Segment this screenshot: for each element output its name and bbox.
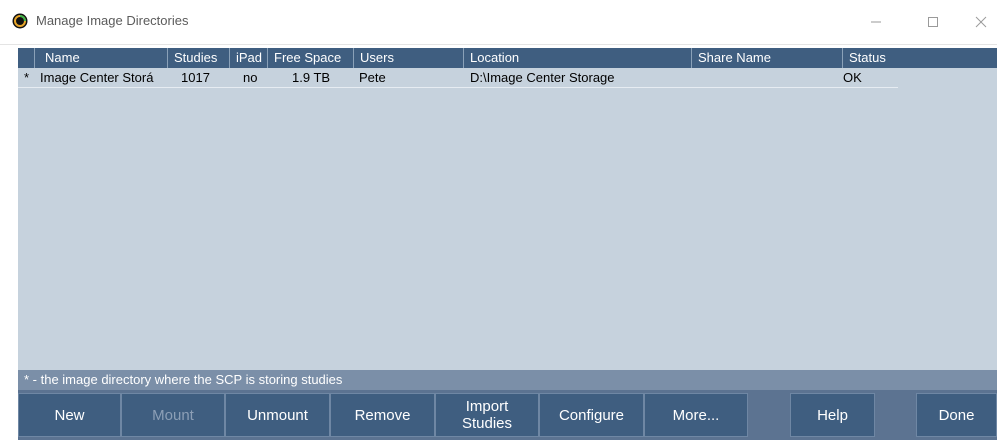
cell-name: Image Center Storá: [40, 70, 154, 85]
window-title: Manage Image Directories: [36, 13, 189, 28]
column-header-name[interactable]: Name: [35, 48, 168, 68]
new-button[interactable]: New: [18, 393, 121, 437]
import-studies-label-line1: Import: [465, 398, 509, 415]
remove-button[interactable]: Remove: [330, 393, 435, 437]
close-icon[interactable]: [958, 0, 997, 44]
configure-button[interactable]: Configure: [539, 393, 644, 437]
directory-table: Name Studies iPad Free Space Users Locat…: [18, 48, 997, 370]
column-header-users[interactable]: Users: [354, 48, 464, 68]
cell-users: Pete: [359, 70, 386, 85]
more-button[interactable]: More...: [644, 393, 748, 437]
footer-note-bar: * - the image directory where the SCP is…: [18, 370, 997, 390]
minimize-icon[interactable]: [853, 0, 899, 44]
cell-status: OK: [843, 70, 862, 85]
help-button[interactable]: Help: [790, 393, 875, 437]
table-header: Name Studies iPad Free Space Users Locat…: [18, 48, 997, 68]
button-bar: New Mount Unmount Remove Import Studies …: [18, 390, 997, 440]
column-header-location[interactable]: Location: [464, 48, 692, 68]
column-header-free-space[interactable]: Free Space: [268, 48, 354, 68]
column-header-share-name[interactable]: Share Name: [692, 48, 843, 68]
cell-ipad: no: [243, 70, 258, 85]
mount-button[interactable]: Mount: [121, 393, 225, 437]
import-studies-button[interactable]: Import Studies: [435, 393, 539, 437]
footer-note: * - the image directory where the SCP is…: [24, 372, 343, 387]
cell-studies: 1017: [181, 70, 210, 85]
title-bar: Manage Image Directories: [0, 0, 997, 45]
column-header-status[interactable]: Status: [843, 48, 997, 68]
app-logo-icon: [12, 13, 28, 29]
done-button[interactable]: Done: [916, 393, 997, 437]
cell-location: D:\Image Center Storage: [470, 70, 615, 85]
header-marker-cell: [18, 48, 35, 68]
table-row[interactable]: * Image Center Storá 1017 no 1.9 TB Pete…: [18, 69, 898, 88]
column-header-ipad[interactable]: iPad: [230, 48, 268, 68]
import-studies-label-line2: Studies: [461, 415, 513, 432]
column-header-studies[interactable]: Studies: [168, 48, 230, 68]
manage-image-directories-window: Manage Image Directories Name Studies iP…: [0, 0, 997, 440]
scp-marker: *: [24, 70, 30, 85]
maximize-icon[interactable]: [910, 0, 956, 44]
cell-share-name: [692, 69, 843, 87]
cell-free-space: 1.9 TB: [292, 70, 331, 85]
unmount-button[interactable]: Unmount: [225, 393, 330, 437]
